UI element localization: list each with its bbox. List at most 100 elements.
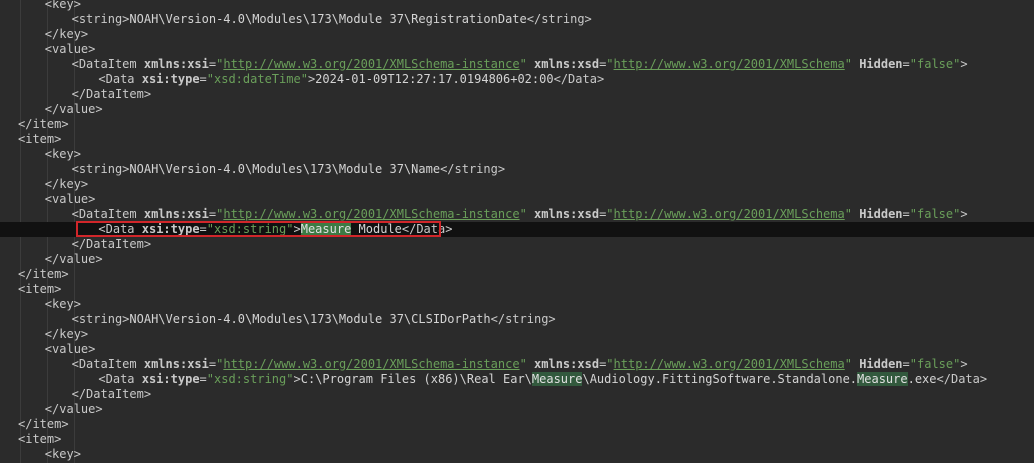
code-line[interactable]: </item> bbox=[0, 417, 1034, 432]
token-val: " bbox=[519, 357, 527, 371]
token-val: "false" bbox=[909, 357, 961, 371]
token-tag: = bbox=[199, 222, 207, 236]
code-line[interactable]: <item> bbox=[0, 282, 1034, 297]
token-tag bbox=[527, 357, 534, 371]
code-text: </DataItem> bbox=[72, 87, 151, 102]
token-val: " bbox=[844, 357, 852, 371]
token-attr: xmlns:xsi bbox=[143, 207, 209, 221]
token-tag: = bbox=[199, 72, 207, 86]
code-line[interactable]: <Data xsi:type="xsd:string">C:\Program F… bbox=[0, 372, 1034, 387]
code-text: <Data xsi:type="xsd:dateTime">2024-01-09… bbox=[98, 72, 604, 87]
code-line[interactable]: </value> bbox=[0, 402, 1034, 417]
code-line[interactable]: <key> bbox=[0, 447, 1034, 462]
token-tag: </Data> bbox=[401, 222, 453, 236]
code-text: </item> bbox=[18, 267, 69, 282]
code-text: <string>NOAH\Version-4.0\Modules\173\Mod… bbox=[72, 162, 506, 177]
token-txt: NOAH\Version-4.0\Modules\173\Module 37\R… bbox=[129, 12, 527, 26]
token-val: " bbox=[844, 57, 852, 71]
code-line[interactable]: <value> bbox=[0, 42, 1034, 57]
code-line[interactable]: <string>NOAH\Version-4.0\Modules\173\Mod… bbox=[0, 12, 1034, 27]
token-val: "false" bbox=[909, 207, 961, 221]
token-tag: </DataItem> bbox=[71, 237, 152, 251]
code-line[interactable]: </key> bbox=[0, 177, 1034, 192]
code-text: </value> bbox=[45, 102, 103, 117]
code-text: </value> bbox=[45, 402, 103, 417]
code-text: <string>NOAH\Version-4.0\Modules\173\Mod… bbox=[72, 312, 556, 327]
code-line[interactable]: </DataItem> bbox=[0, 387, 1034, 402]
code-text: <DataItem xmlns:xsi="http://www.w3.org/2… bbox=[72, 57, 968, 72]
token-tag: </key> bbox=[44, 177, 89, 191]
token-attr: xmlns:xsd bbox=[534, 57, 600, 71]
token-tag: </item> bbox=[18, 417, 69, 431]
token-tag: <string> bbox=[71, 312, 130, 326]
token-tag: <key> bbox=[44, 0, 81, 11]
token-val: "false" bbox=[909, 57, 961, 71]
code-line[interactable]: </DataItem> bbox=[0, 87, 1034, 102]
token-tag: </item> bbox=[18, 267, 69, 281]
token-tag: <item> bbox=[18, 132, 62, 146]
token-txt: .exe bbox=[907, 372, 937, 386]
code-line[interactable]: <item> bbox=[0, 132, 1034, 147]
code-text: </item> bbox=[18, 417, 69, 432]
token-txt: 2024-01-09T12:27:17.0194806+02:00 bbox=[315, 72, 554, 86]
code-line[interactable]: <key> bbox=[0, 297, 1034, 312]
code-text: <item> bbox=[18, 132, 61, 147]
code-text: </item> bbox=[18, 117, 69, 132]
token-attr: Hidden bbox=[859, 207, 903, 221]
token-hl: Measure bbox=[857, 372, 908, 386]
token-tag: > bbox=[960, 357, 968, 371]
code-line[interactable]: <DataItem xmlns:xsi="http://www.w3.org/2… bbox=[0, 207, 1034, 222]
code-line[interactable]: <item> bbox=[0, 432, 1034, 447]
token-val: "xsd:string" bbox=[206, 222, 294, 236]
code-text: </value> bbox=[45, 252, 103, 267]
token-attr: xsi:type bbox=[141, 72, 200, 86]
code-line[interactable]: </item> bbox=[0, 117, 1034, 132]
token-txt: \Audiology.FittingSoftware.Standalone. bbox=[582, 372, 858, 386]
token-tag: </key> bbox=[44, 327, 89, 341]
code-line[interactable]: <DataItem xmlns:xsi="http://www.w3.org/2… bbox=[0, 357, 1034, 372]
code-text: </DataItem> bbox=[72, 387, 151, 402]
token-tag: </DataItem> bbox=[71, 387, 152, 401]
token-tag: </string> bbox=[526, 12, 592, 26]
code-line[interactable]: <value> bbox=[0, 342, 1034, 357]
code-line[interactable]: </key> bbox=[0, 27, 1034, 42]
code-text: <key> bbox=[45, 147, 81, 162]
code-text: <Data xsi:type="xsd:string">Measure Modu… bbox=[98, 222, 452, 237]
code-line[interactable]: <string>NOAH\Version-4.0\Modules\173\Mod… bbox=[0, 162, 1034, 177]
token-val: "xsd:dateTime" bbox=[206, 72, 308, 86]
token-val: "xsd:string" bbox=[206, 372, 294, 386]
token-tag: <item> bbox=[18, 432, 62, 446]
code-line[interactable]: </DataItem> bbox=[0, 237, 1034, 252]
code-text: <DataItem xmlns:xsi="http://www.w3.org/2… bbox=[72, 357, 968, 372]
token-tag: <DataItem bbox=[71, 57, 144, 71]
code-text: <value> bbox=[45, 192, 96, 207]
code-text: <value> bbox=[45, 42, 96, 57]
code-line[interactable]: <key> bbox=[0, 0, 1034, 12]
token-tag: </item> bbox=[18, 117, 69, 131]
code-line[interactable]: <DataItem xmlns:xsi="http://www.w3.org/2… bbox=[0, 57, 1034, 72]
code-line[interactable]: <string>NOAH\Version-4.0\Modules\173\Mod… bbox=[0, 312, 1034, 327]
code-line[interactable]: <key> bbox=[0, 147, 1034, 162]
token-tag: > bbox=[960, 57, 968, 71]
code-text: <key> bbox=[45, 447, 81, 462]
token-tag: <value> bbox=[44, 342, 96, 356]
code-line[interactable]: </key> bbox=[0, 327, 1034, 342]
code-line[interactable]: </item> bbox=[0, 267, 1034, 282]
token-tag: </string> bbox=[440, 162, 506, 176]
token-tag: </key> bbox=[44, 27, 89, 41]
code-line[interactable]: <value> bbox=[0, 192, 1034, 207]
code-text: <item> bbox=[18, 432, 61, 447]
code-text: <key> bbox=[45, 297, 81, 312]
token-tag: <DataItem bbox=[71, 207, 144, 221]
xml-code-editor[interactable]: <key> <string>NOAH\Version-4.0\Modules\17… bbox=[0, 0, 1034, 463]
token-val: " bbox=[606, 357, 614, 371]
code-line[interactable]: </value> bbox=[0, 102, 1034, 117]
token-val: " bbox=[606, 57, 614, 71]
token-attr: xmlns:xsi bbox=[143, 357, 209, 371]
code-text: <key> bbox=[45, 0, 81, 12]
code-text: <string>NOAH\Version-4.0\Modules\173\Mod… bbox=[72, 12, 592, 27]
code-line-current[interactable]: <Data xsi:type="xsd:string">Measure Modu… bbox=[0, 222, 1034, 237]
token-txt: C:\Program Files (x86)\Real Ear\ bbox=[300, 372, 532, 386]
code-line[interactable]: </value> bbox=[0, 252, 1034, 267]
code-line[interactable]: <Data xsi:type="xsd:dateTime">2024-01-09… bbox=[0, 72, 1034, 87]
